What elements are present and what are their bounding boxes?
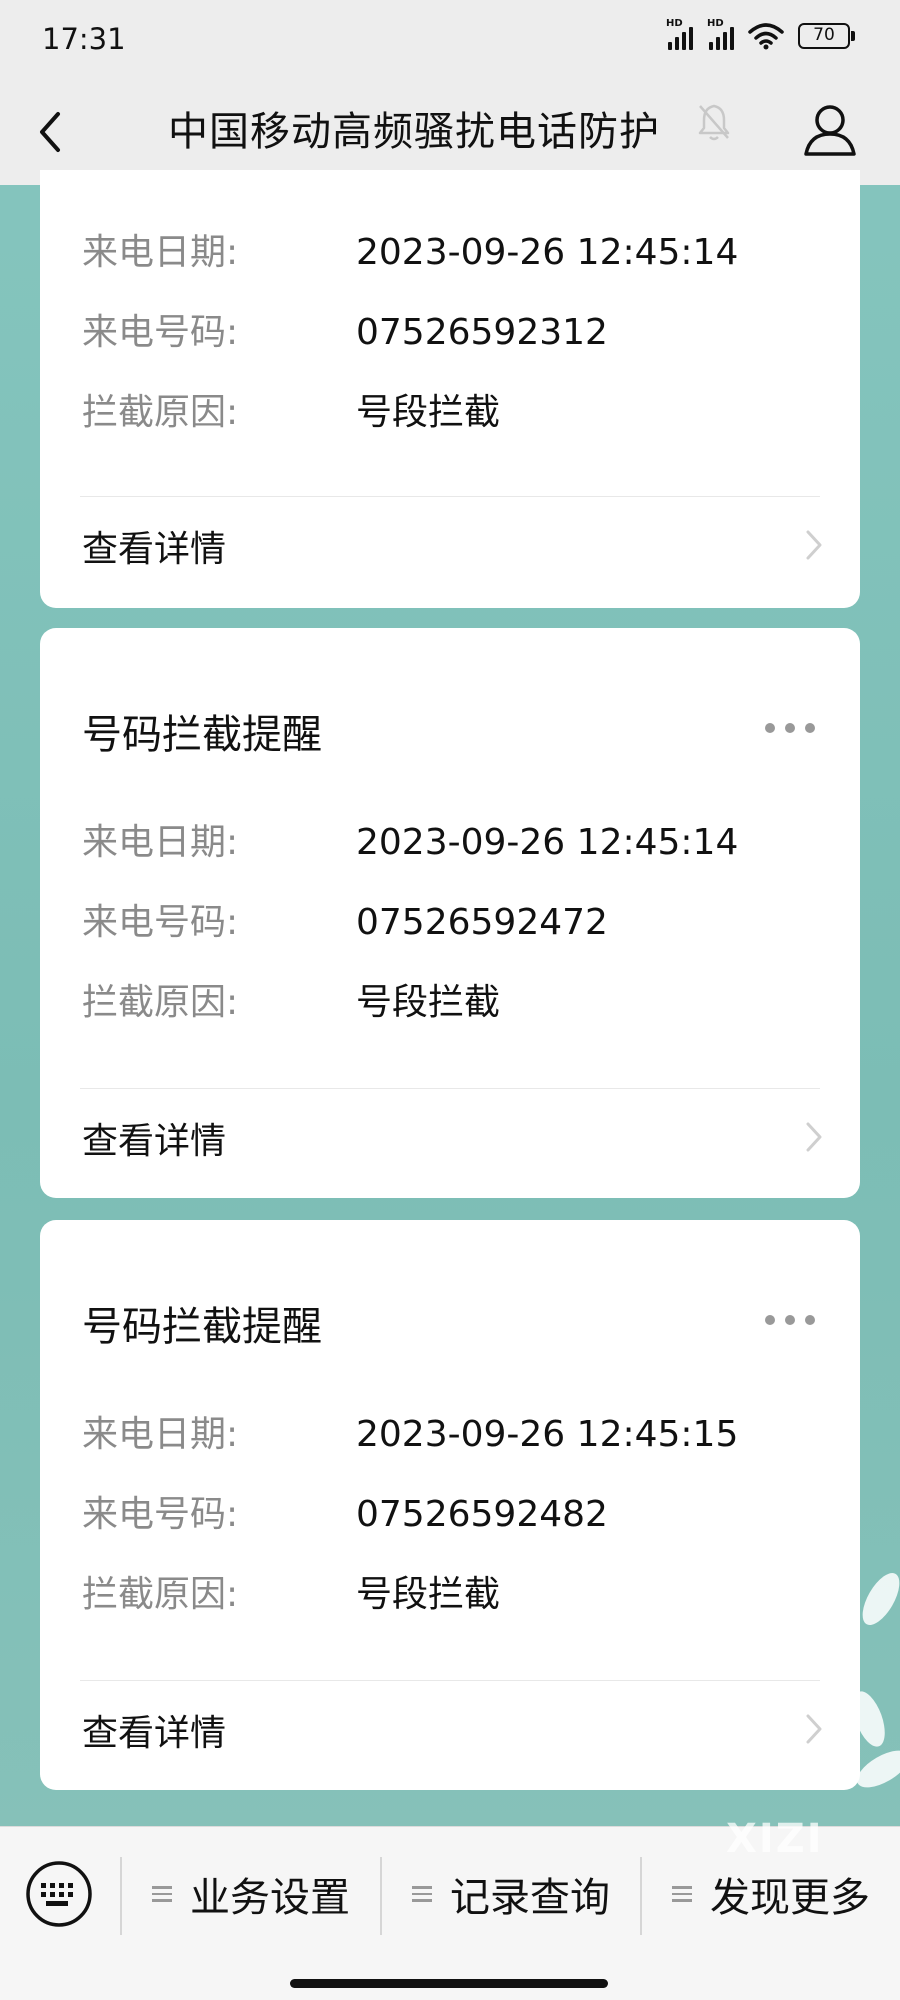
menu-item-label: 发现更多 <box>710 1875 870 1921</box>
chevron-right-icon <box>806 1714 822 1744</box>
view-details-link[interactable]: 查看详情 <box>40 500 860 590</box>
call-number-label: 来电号码: <box>82 1494 239 1535</box>
block-reason-row: 拦截原因: 号段拦截 <box>82 1572 500 1618</box>
menu-discover-more[interactable]: 发现更多 <box>672 1859 870 1929</box>
menu-separator <box>640 1857 642 1935</box>
call-date-value: 2023-09-26 12:45:15 <box>356 1414 739 1455</box>
more-options-icon[interactable] <box>765 1310 815 1330</box>
watermark-logo: XIZI <box>726 1816 824 1862</box>
call-number-label: 来电号码: <box>82 902 239 943</box>
call-date-row: 来电日期: 2023-09-26 12:45:14 <box>82 230 738 276</box>
more-options-icon[interactable] <box>765 718 815 738</box>
battery-icon: 70 <box>798 23 855 49</box>
interception-card: 号码拦截提醒 来电日期: 2023-09-26 12:45:14 来电号码: 075… <box>40 628 860 1198</box>
cellular-signal-icon: HD <box>666 18 693 50</box>
menu-business-settings[interactable]: 业务设置 <box>152 1859 350 1929</box>
menu-item-label: 业务设置 <box>190 1875 350 1921</box>
call-number-value: 07526592312 <box>356 312 608 353</box>
menu-lines-icon <box>412 1882 432 1906</box>
chevron-right-icon <box>806 530 822 560</box>
wifi-icon <box>748 23 784 50</box>
block-reason-label: 拦截原因: <box>82 392 239 433</box>
call-number-label: 来电号码: <box>82 312 239 353</box>
cellular-signal-icon: HD <box>707 18 734 50</box>
status-time: 17:31 <box>42 22 126 56</box>
call-date-value: 2023-09-26 12:45:14 <box>356 232 739 273</box>
view-details-label: 查看详情 <box>82 1713 227 1754</box>
block-reason-value: 号段拦截 <box>356 982 501 1023</box>
profile-icon[interactable] <box>800 100 860 160</box>
status-icons: HD HD 70 <box>666 18 855 50</box>
back-button[interactable] <box>30 102 90 162</box>
call-date-label: 来电日期: <box>82 232 239 273</box>
menu-lines-icon <box>672 1882 692 1906</box>
card-title: 号码拦截提醒 <box>82 1304 322 1350</box>
divider <box>80 1088 820 1089</box>
call-number-value: 07526592482 <box>356 1494 608 1535</box>
menu-separator <box>380 1857 382 1935</box>
view-details-link[interactable]: 查看详情 <box>40 1684 860 1774</box>
menu-separator <box>120 1857 122 1935</box>
call-number-value: 07526592472 <box>356 902 608 943</box>
page-title: 中国移动高频骚扰电话防护 <box>168 109 660 155</box>
divider <box>80 1680 820 1681</box>
status-bar: 17:31 HD HD 70 <box>0 0 900 80</box>
block-reason-row: 拦截原因: 号段拦截 <box>82 390 500 436</box>
call-number-row: 来电号码: 07526592312 <box>82 310 608 356</box>
block-reason-label: 拦截原因: <box>82 1574 239 1615</box>
interception-card: 来电日期: 2023-09-26 12:45:14 来电号码: 0752659231… <box>40 170 860 608</box>
view-details-link[interactable]: 查看详情 <box>40 1092 860 1182</box>
chevron-right-icon <box>806 1122 822 1152</box>
card-title: 号码拦截提醒 <box>82 712 322 758</box>
call-date-row: 来电日期: 2023-09-26 12:45:15 <box>82 1412 738 1458</box>
menu-item-label: 记录查询 <box>450 1875 610 1921</box>
home-indicator[interactable] <box>290 1979 608 1988</box>
hd-label: HD <box>666 18 683 29</box>
call-date-label: 来电日期: <box>82 1414 239 1455</box>
menu-record-query[interactable]: 记录查询 <box>412 1859 610 1929</box>
call-date-row: 来电日期: 2023-09-26 12:45:14 <box>82 820 738 866</box>
divider <box>80 496 820 497</box>
notification-muted-icon <box>698 104 730 141</box>
hd-label: HD <box>707 18 724 29</box>
interception-card: 号码拦截提醒 来电日期: 2023-09-26 12:45:15 来电号码: 075… <box>40 1220 860 1790</box>
flower-decoration <box>855 1567 900 1631</box>
block-reason-row: 拦截原因: 号段拦截 <box>82 980 500 1026</box>
call-number-row: 来电号码: 07526592472 <box>82 900 608 946</box>
view-details-label: 查看详情 <box>82 529 227 570</box>
call-date-label: 来电日期: <box>82 822 239 863</box>
call-number-row: 来电号码: 07526592482 <box>82 1492 608 1538</box>
keyboard-icon[interactable] <box>24 1859 94 1929</box>
block-reason-value: 号段拦截 <box>356 1574 501 1615</box>
menu-lines-icon <box>152 1882 172 1906</box>
view-details-label: 查看详情 <box>82 1121 227 1162</box>
block-reason-value: 号段拦截 <box>356 392 501 433</box>
call-date-value: 2023-09-26 12:45:14 <box>356 822 739 863</box>
block-reason-label: 拦截原因: <box>82 982 239 1023</box>
